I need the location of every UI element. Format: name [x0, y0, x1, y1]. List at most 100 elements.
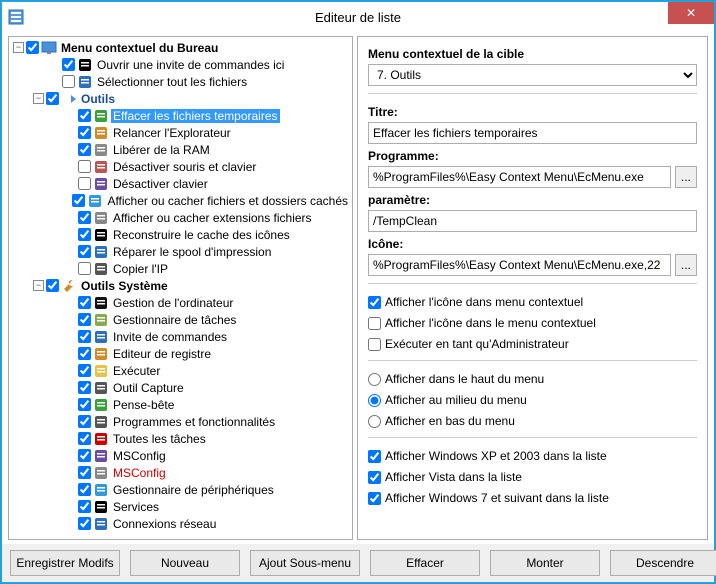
- clear-button[interactable]: Effacer: [370, 550, 480, 576]
- item-icon: [93, 363, 109, 379]
- item-checkbox[interactable]: [78, 517, 91, 530]
- tree-item[interactable]: Afficher ou cacher extensions fichiers: [11, 209, 350, 226]
- tree-item[interactable]: Toutes les tâches: [11, 430, 350, 447]
- item-checkbox[interactable]: [78, 296, 91, 309]
- item-checkbox[interactable]: [78, 262, 91, 275]
- item-checkbox[interactable]: [78, 126, 91, 139]
- tree-item[interactable]: Pense-bête: [11, 396, 350, 413]
- item-checkbox[interactable]: [78, 211, 91, 224]
- browse-program-button[interactable]: ...: [675, 166, 697, 188]
- tree-item[interactable]: MSConfig: [11, 464, 350, 481]
- item-checkbox[interactable]: [78, 364, 91, 377]
- rad-mid[interactable]: [368, 394, 381, 407]
- tree-item[interactable]: MSConfig: [11, 447, 350, 464]
- expander-icon[interactable]: −: [13, 42, 24, 53]
- item-checkbox[interactable]: [78, 330, 91, 343]
- item-checkbox[interactable]: [78, 347, 91, 360]
- tree-item[interactable]: Désactiver clavier: [11, 175, 350, 192]
- item-checkbox[interactable]: [78, 398, 91, 411]
- item-checkbox[interactable]: [78, 381, 91, 394]
- chk-xp[interactable]: [368, 450, 381, 463]
- item-checkbox[interactable]: [78, 143, 91, 156]
- tree-item[interactable]: Effacer les fichiers temporaires: [11, 107, 350, 124]
- item-checkbox[interactable]: [78, 177, 91, 190]
- tree-item[interactable]: Gestionnaire de tâches: [11, 311, 350, 328]
- expander-icon[interactable]: −: [33, 280, 44, 291]
- chk-xp-label: Afficher Windows XP et 2003 dans la list…: [385, 449, 607, 463]
- item-checkbox[interactable]: [78, 466, 91, 479]
- footer: Enregistrer Modifs Nouveau Ajout Sous-me…: [2, 544, 714, 582]
- item-checkbox[interactable]: [72, 194, 85, 207]
- rad-top[interactable]: [368, 373, 381, 386]
- tree-item[interactable]: Ouvrir une invite de commandes ici: [11, 56, 350, 73]
- icon-label: Icône:: [368, 237, 697, 251]
- item-checkbox[interactable]: [62, 58, 75, 71]
- tree-item[interactable]: Libérer de la RAM: [11, 141, 350, 158]
- item-checkbox[interactable]: [78, 483, 91, 496]
- icon-input[interactable]: [368, 254, 671, 276]
- expander-icon[interactable]: −: [33, 93, 44, 104]
- tree-item[interactable]: Programmes et fonctionnalités: [11, 413, 350, 430]
- chk-show-ctx[interactable]: [368, 296, 381, 309]
- tree-item[interactable]: Relancer l'Explorateur: [11, 124, 350, 141]
- item-checkbox[interactable]: [78, 160, 91, 173]
- tree-item[interactable]: Invite de commandes: [11, 328, 350, 345]
- item-checkbox[interactable]: [78, 313, 91, 326]
- item-icon: [93, 176, 109, 192]
- item-icon: [93, 465, 109, 481]
- titlebar: Editeur de liste ✕: [2, 2, 714, 32]
- param-input[interactable]: [368, 210, 697, 232]
- item-label: Services: [111, 500, 161, 514]
- tree-item[interactable]: Désactiver souris et clavier: [11, 158, 350, 175]
- tree-item[interactable]: Copier l'IP: [11, 260, 350, 277]
- chk-win7[interactable]: [368, 492, 381, 505]
- item-icon: [77, 74, 93, 90]
- item-label: Désactiver souris et clavier: [111, 160, 258, 174]
- item-checkbox[interactable]: [78, 415, 91, 428]
- tree-item[interactable]: Afficher ou cacher fichiers et dossiers …: [11, 192, 350, 209]
- tree-item[interactable]: Outil Capture: [11, 379, 350, 396]
- item-checkbox[interactable]: [78, 109, 91, 122]
- save-button[interactable]: Enregistrer Modifs: [10, 550, 120, 576]
- down-button[interactable]: Descendre: [610, 550, 716, 576]
- item-checkbox[interactable]: [78, 449, 91, 462]
- tree-item[interactable]: Sélectionner tout les fichiers: [11, 73, 350, 90]
- chk-show-in-ctx[interactable]: [368, 317, 381, 330]
- tree-item[interactable]: Gestion de l'ordinateur: [11, 294, 350, 311]
- item-checkbox[interactable]: [78, 245, 91, 258]
- item-icon: [93, 448, 109, 464]
- tree-item[interactable]: Connexions réseau: [11, 515, 350, 532]
- chk-show-ctx-label: Afficher l'icône dans menu contextuel: [385, 295, 583, 309]
- add-submenu-button[interactable]: Ajout Sous-menu: [250, 550, 360, 576]
- tools-header-label: Outils: [79, 92, 117, 106]
- item-checkbox[interactable]: [78, 228, 91, 241]
- item-label: Programmes et fonctionnalités: [111, 415, 277, 429]
- item-label: Gestion de l'ordinateur: [111, 296, 235, 310]
- tree-item[interactable]: Exécuter: [11, 362, 350, 379]
- tree-item[interactable]: Gestionnaire de périphériques: [11, 481, 350, 498]
- item-checkbox[interactable]: [62, 75, 75, 88]
- item-checkbox[interactable]: [78, 432, 91, 445]
- tree-item[interactable]: Reconstruire le cache des icônes: [11, 226, 350, 243]
- close-button[interactable]: ✕: [668, 2, 714, 24]
- rad-bot[interactable]: [368, 415, 381, 428]
- systools-checkbox[interactable]: [46, 279, 59, 292]
- tools-checkbox[interactable]: [46, 92, 59, 105]
- new-button[interactable]: Nouveau: [130, 550, 240, 576]
- root-checkbox[interactable]: [26, 41, 39, 54]
- arrow-icon: [61, 91, 77, 107]
- tree-item[interactable]: Services: [11, 498, 350, 515]
- tree-view[interactable]: − Menu contextuel du Bureau Ouvrir une i…: [8, 36, 353, 540]
- item-checkbox[interactable]: [78, 500, 91, 513]
- tree-item[interactable]: Editeur de registre: [11, 345, 350, 362]
- chk-vista[interactable]: [368, 471, 381, 484]
- chk-run-admin[interactable]: [368, 338, 381, 351]
- item-icon: [93, 142, 109, 158]
- tree-item[interactable]: Réparer le spool d'impression: [11, 243, 350, 260]
- up-button[interactable]: Monter: [490, 550, 600, 576]
- item-label: MSConfig: [111, 449, 168, 463]
- title-input[interactable]: [368, 122, 697, 144]
- browse-icon-button[interactable]: ...: [675, 254, 697, 276]
- target-select[interactable]: 7. Outils: [368, 64, 697, 86]
- program-input[interactable]: [368, 166, 671, 188]
